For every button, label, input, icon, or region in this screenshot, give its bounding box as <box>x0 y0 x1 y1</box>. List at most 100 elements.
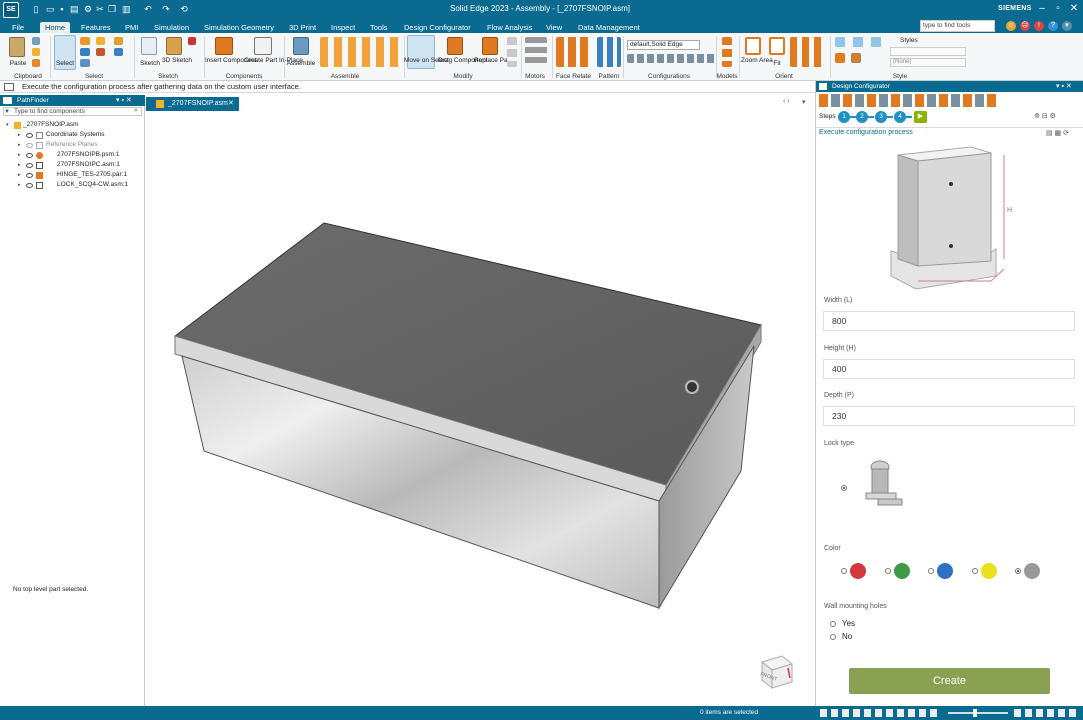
shading-modes-icon[interactable] <box>835 37 887 47</box>
step-2-button[interactable]: 2 <box>856 111 868 123</box>
feedback-icon[interactable]: ☹ <box>1020 21 1030 31</box>
view-options-icons[interactable] <box>1014 709 1078 717</box>
tab-features[interactable]: Features <box>81 22 111 33</box>
tab-view[interactable]: View <box>546 22 562 33</box>
tree-item[interactable]: 2707FSNOIPB.psm:1 <box>57 151 120 158</box>
print-icon[interactable]: ▤ <box>70 4 79 14</box>
select-box-icon[interactable] <box>80 48 90 56</box>
sketch-button[interactable]: Sketch <box>138 60 162 67</box>
move-on-select-button[interactable]: Move on Select <box>404 57 449 64</box>
view-cube[interactable]: FRONT <box>758 652 796 690</box>
tab-scroll-icon[interactable]: ‹ › <box>783 98 790 105</box>
3d-sketch-button[interactable]: 3D Sketch <box>162 57 192 64</box>
width-input[interactable]: 800 <box>823 311 1075 331</box>
copy-icon[interactable]: ❐ <box>108 4 116 14</box>
insert-component-button[interactable]: Insert Component <box>205 57 257 64</box>
filter-icon[interactable]: ▼ <box>4 109 10 115</box>
tab-simulation-geometry[interactable]: Simulation Geometry <box>204 22 274 33</box>
collapse-icon[interactable]: ▾ <box>6 122 9 128</box>
minimize-icon[interactable]: – <box>1035 2 1049 16</box>
tab-3d-print[interactable]: 3D Print <box>289 22 316 33</box>
view-orient-icons[interactable] <box>790 37 826 67</box>
copy-small-icon[interactable] <box>32 48 40 56</box>
panel-menu-icon[interactable]: ▾ ▪ ✕ <box>1056 82 1072 90</box>
cut-icon[interactable]: ✂ <box>96 4 104 14</box>
help-icon[interactable]: ? <box>1048 21 1058 31</box>
ribbon-options-icon[interactable]: ▾ <box>1062 21 1072 31</box>
tab-list-icon[interactable]: ▾ <box>802 98 806 106</box>
graphics-viewport[interactable]: FRONT <box>146 111 814 706</box>
part-painter-icon[interactable] <box>851 53 861 63</box>
motors-icon[interactable] <box>525 37 547 67</box>
visibility-eye-icon[interactable] <box>26 163 33 168</box>
tab-inspect[interactable]: Inspect <box>331 22 355 33</box>
pattern-icon[interactable] <box>597 37 621 67</box>
open-folder-icon[interactable]: ▭ <box>46 4 55 14</box>
select-parts-icon[interactable] <box>96 48 105 56</box>
expand-icon[interactable]: ▸ <box>18 182 21 188</box>
close-tab-icon[interactable]: ✕ <box>228 97 234 110</box>
expand-icon[interactable]: ▸ <box>18 172 21 178</box>
step-options-icon[interactable]: ⟰ ⊟ ⚙ <box>1034 112 1079 122</box>
step-4-button[interactable]: 4 <box>894 111 906 123</box>
panel-menu-icon[interactable]: ▾ ▪ ✕ <box>116 96 132 104</box>
options-icon[interactable]: ⚙ <box>84 4 92 14</box>
tab-flow-analysis[interactable]: Flow Analysis <box>487 22 532 33</box>
step-1-button[interactable]: 1 <box>838 111 850 123</box>
visibility-eye-icon[interactable] <box>26 133 33 138</box>
part-color-icon[interactable] <box>835 53 845 63</box>
highlight-icon[interactable] <box>96 37 105 45</box>
component-search-input[interactable]: Type to find components <box>3 107 142 116</box>
save-icon[interactable]: ▪ <box>58 4 66 14</box>
fit-button[interactable]: Fit <box>767 60 787 67</box>
visibility-eye-icon[interactable] <box>26 153 33 158</box>
paste-button[interactable]: Paste <box>6 60 30 67</box>
execute-step-icon[interactable]: ▶ <box>914 111 927 123</box>
tab-tools[interactable]: Tools <box>370 22 388 33</box>
process-tools-icon[interactable]: ▤ ▦ ⟳ <box>1046 129 1069 137</box>
view-tools-icons[interactable] <box>820 709 940 717</box>
select-edges-icon[interactable] <box>114 37 123 45</box>
select-mode-icon[interactable] <box>80 59 90 67</box>
color-radio-gray[interactable] <box>1015 568 1021 574</box>
select-filter-icon[interactable] <box>80 37 90 45</box>
expand-icon[interactable]: ▸ <box>18 142 21 148</box>
tree-item[interactable]: Reference Planes <box>46 141 98 148</box>
tab-design-configurator[interactable]: Design Configurator <box>404 22 471 33</box>
smiley-icon[interactable]: ☺ <box>1006 21 1016 31</box>
visibility-eye-icon[interactable] <box>26 173 33 178</box>
command-search-input[interactable]: type to find tools <box>920 20 995 32</box>
tree-item[interactable]: LOCK_SCQ4-CW.asm:1 <box>57 181 128 188</box>
tree-root[interactable]: _2707FSNOIP.asm <box>23 121 79 128</box>
undo-icon[interactable]: ↶ <box>144 4 152 14</box>
style-select[interactable] <box>890 47 966 56</box>
format-painter-icon[interactable] <box>32 59 40 67</box>
tab-file[interactable]: File <box>12 22 24 33</box>
solid-edge-logo[interactable]: SE <box>3 2 19 18</box>
models-icon[interactable] <box>722 37 732 67</box>
expand-icon[interactable]: ▸ <box>18 152 21 158</box>
zoom-area-button[interactable]: Zoom Area <box>741 57 773 64</box>
tree-item[interactable]: HINGE_TES-2705.par:1 <box>57 171 127 178</box>
replace-part-button[interactable]: Replace Part <box>474 57 512 64</box>
redo-icon[interactable]: ↷ <box>162 4 170 14</box>
wall-yes-radio[interactable] <box>830 621 836 627</box>
tab-home[interactable]: Home <box>40 22 71 33</box>
create-part-button[interactable]: Create Part In-Place <box>244 57 303 64</box>
select-faces-icon[interactable] <box>114 48 123 56</box>
color-radio-blue[interactable] <box>928 568 934 574</box>
visibility-eye-icon[interactable] <box>26 183 33 188</box>
cut-small-icon[interactable] <box>32 37 40 45</box>
style-value-select[interactable]: (None) <box>890 58 966 67</box>
find-icon[interactable]: ⌕ <box>134 107 138 115</box>
visibility-eye-icon[interactable] <box>26 143 33 148</box>
new-file-icon[interactable]: ▯ <box>32 4 40 14</box>
configuration-tools-icon[interactable] <box>627 54 717 63</box>
notification-icon[interactable]: ! <box>1034 21 1044 31</box>
expand-icon[interactable]: ▸ <box>18 132 21 138</box>
tab-pmi[interactable]: PMI <box>125 22 138 33</box>
zoom-slider[interactable] <box>948 712 1008 714</box>
assemble-button[interactable]: Assemble <box>286 60 316 67</box>
height-input[interactable]: 400 <box>823 359 1075 379</box>
lock-type-radio[interactable] <box>841 485 847 491</box>
